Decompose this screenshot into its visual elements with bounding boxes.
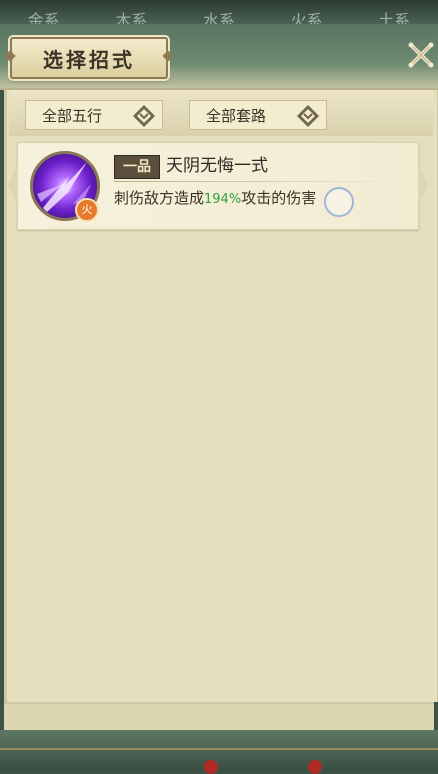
top-tab-fire[interactable]: 火系 — [291, 13, 323, 25]
skill-name: 天阴无悔一式 — [166, 156, 268, 176]
skill-list-panel: 全部五行 全部套路 火 一品 天阴无悔一式 刺伤敌方造成194%攻击的伤害 — [4, 90, 438, 702]
title-plate: 选择招式 — [10, 37, 168, 79]
routine-filter-label: 全部套路 — [206, 106, 267, 125]
top-tab-earth[interactable]: 土系 — [378, 13, 410, 25]
touch-indicator — [324, 187, 354, 217]
top-tab-wood[interactable]: 木系 — [115, 13, 147, 25]
close-button[interactable] — [404, 36, 438, 74]
diamond-dropdown-icon — [296, 104, 320, 128]
close-x-icon — [408, 42, 434, 68]
top-tab-metal[interactable]: 金系 — [28, 13, 60, 25]
window-title: 选择招式 — [43, 47, 135, 72]
fire-element-icon: 火 — [75, 198, 99, 222]
grade-tag: 一品 — [114, 155, 160, 179]
element-filter-label: 全部五行 — [42, 106, 103, 125]
diamond-dropdown-icon — [132, 104, 156, 128]
filter-bar: 全部五行 全部套路 — [9, 90, 433, 136]
divider — [114, 181, 410, 182]
top-tab-water[interactable]: 水系 — [203, 13, 235, 25]
damage-percent: 194% — [204, 192, 242, 207]
footer-dot — [308, 760, 322, 774]
top-tab-strip: 金系 木系 水系 火系 土系 — [0, 0, 438, 24]
skill-avatar: 火 — [30, 151, 100, 222]
footer-dot — [204, 760, 218, 774]
skill-description: 刺伤敌方造成194%攻击的伤害 — [114, 187, 316, 211]
skill-card[interactable]: 火 一品 天阴无悔一式 刺伤敌方造成194%攻击的伤害 — [8, 142, 428, 230]
desc-prefix: 刺伤敌方造成 — [114, 189, 205, 207]
routine-filter-dropdown[interactable]: 全部套路 — [189, 100, 327, 130]
panel-bottom-edge — [4, 702, 434, 732]
footer-band — [0, 730, 438, 771]
element-filter-dropdown[interactable]: 全部五行 — [25, 100, 163, 130]
desc-suffix: 攻击的伤害 — [241, 189, 317, 207]
footer-ornament — [0, 748, 438, 750]
